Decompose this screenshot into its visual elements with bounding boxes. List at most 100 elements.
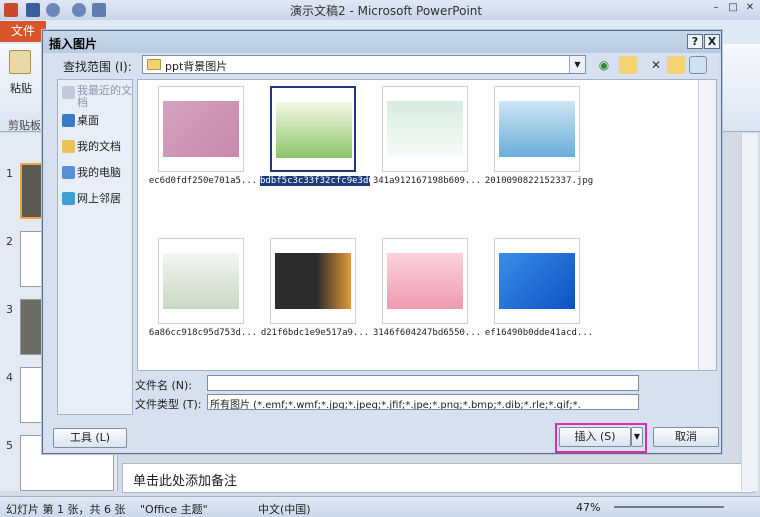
- place-recent-documents[interactable]: 我最近的文档: [60, 84, 132, 109]
- file-name-label: 文件名 (N):: [135, 379, 193, 392]
- slide-number: 5: [6, 439, 13, 452]
- look-in-select[interactable]: ppt背景图片 ▼: [142, 55, 586, 74]
- look-in-value: ppt背景图片: [165, 60, 228, 73]
- delete-icon[interactable]: ✕: [647, 56, 665, 74]
- zoom-level: 47%: [576, 501, 601, 514]
- theme-name: "Office 主题": [140, 503, 208, 516]
- file-item[interactable]: d21f6bdc1e9e517a9...: [260, 238, 370, 356]
- place-label: 我最近的文档: [77, 84, 132, 109]
- editor-scrollbar[interactable]: [741, 133, 758, 491]
- file-item[interactable]: 2010090822152337.jpg: [484, 86, 594, 204]
- image-preview: [499, 101, 575, 157]
- slideshow-icon[interactable]: [92, 3, 106, 17]
- file-list: ec6d0fdf250e701a5... bdbf5c3c33f32cfc9e3…: [137, 79, 717, 371]
- folder-icon: [147, 59, 161, 70]
- place-my-documents[interactable]: 我的文档: [60, 138, 132, 164]
- file-thumbnail: [158, 86, 244, 172]
- slide-number: 1: [6, 167, 13, 180]
- file-name: 6a86cc918c95d753d...: [148, 328, 258, 338]
- slide-info: 幻灯片 第 1 张，共 6 张: [6, 503, 126, 516]
- file-name: bdbf5c3c33f32cfc9e3d624b.jpg: [260, 176, 370, 186]
- places-bar: 我最近的文档 桌面 我的文档 我的电脑 网上邻居: [57, 79, 133, 415]
- file-name: ef16490b0dde41acd...: [484, 328, 594, 338]
- file-item[interactable]: ef16490b0dde41acd...: [484, 238, 594, 356]
- dialog-title: 插入图片: [49, 37, 98, 51]
- slide-number: 4: [6, 371, 13, 384]
- image-preview: [163, 101, 239, 157]
- file-item[interactable]: 6a86cc918c95d753d...: [148, 238, 258, 356]
- file-type-select[interactable]: 所有图片 (*.emf;*.wmf;*.jpg;*.jpeg;*.jfif;*.…: [207, 394, 639, 410]
- image-preview: [163, 253, 239, 309]
- paste-button-label[interactable]: 粘贴: [10, 80, 32, 96]
- desktop-icon: [62, 114, 75, 127]
- file-list-scrollbar[interactable]: [698, 80, 716, 370]
- insert-button[interactable]: 插入 (S): [559, 427, 631, 447]
- place-label: 网上邻居: [77, 192, 121, 205]
- redo-icon[interactable]: [72, 3, 86, 17]
- place-label: 桌面: [77, 114, 99, 127]
- place-network[interactable]: 网上邻居: [60, 190, 132, 216]
- back-icon[interactable]: ◉: [595, 56, 613, 74]
- insert-dropdown-button[interactable]: ▼: [631, 427, 643, 447]
- zoom-slider[interactable]: [614, 506, 724, 508]
- image-preview: [276, 102, 352, 158]
- file-item[interactable]: ec6d0fdf250e701a5...: [148, 86, 258, 204]
- notes-area[interactable]: 单击此处添加备注: [122, 463, 754, 493]
- file-thumbnail: [382, 86, 468, 172]
- file-thumbnail: [270, 238, 356, 324]
- look-in-label: 查找范围 (I):: [63, 60, 132, 74]
- file-tab[interactable]: 文件: [0, 21, 46, 42]
- app-title-bar: 演示文稿2 - Microsoft PowerPoint – □ ✕: [0, 0, 760, 20]
- language: 中文(中国): [258, 503, 311, 516]
- image-preview: [275, 253, 351, 309]
- tools-button[interactable]: 工具 (L): [53, 428, 127, 448]
- close-window-button[interactable]: ✕: [742, 1, 758, 15]
- insert-picture-dialog: 插入图片 ? X 查找范围 (I): ppt背景图片 ▼ ◉ ✕ 我最近的文档 …: [42, 30, 722, 454]
- status-bar: 幻灯片 第 1 张，共 6 张 "Office 主题" 中文(中国) 47%: [0, 496, 760, 517]
- close-dialog-button[interactable]: X: [704, 34, 720, 49]
- save-icon[interactable]: [26, 3, 40, 17]
- image-preview: [387, 101, 463, 157]
- image-preview: [387, 253, 463, 309]
- cancel-button[interactable]: 取消: [653, 427, 719, 447]
- file-thumbnail: [494, 86, 580, 172]
- new-folder-icon[interactable]: [667, 56, 685, 74]
- file-item[interactable]: 3146f604247bd6550...: [372, 238, 482, 356]
- maximize-button[interactable]: □: [725, 1, 741, 15]
- up-folder-icon[interactable]: [619, 56, 637, 74]
- file-item[interactable]: 341a912167198b609...: [372, 86, 482, 204]
- file-name: ec6d0fdf250e701a5...: [148, 176, 258, 186]
- file-name: 341a912167198b609...: [372, 176, 482, 186]
- file-thumbnail: [382, 238, 468, 324]
- file-name: d21f6bdc1e9e517a9...: [260, 328, 370, 338]
- views-icon[interactable]: [689, 56, 707, 74]
- my-documents-icon: [62, 140, 75, 153]
- clipboard-group-label: 剪贴板: [8, 119, 41, 132]
- minimize-button[interactable]: –: [708, 1, 724, 15]
- file-type-label: 文件类型 (T):: [135, 398, 202, 411]
- paste-icon[interactable]: [9, 50, 31, 74]
- undo-icon[interactable]: [46, 3, 60, 17]
- file-item[interactable]: bdbf5c3c33f32cfc9e3d624b.jpg: [260, 86, 370, 204]
- powerpoint-logo-icon: [4, 3, 18, 17]
- help-button[interactable]: ?: [687, 34, 703, 49]
- image-preview: [499, 253, 575, 309]
- place-desktop[interactable]: 桌面: [60, 112, 132, 138]
- recent-documents-icon: [62, 86, 75, 99]
- my-computer-icon: [62, 166, 75, 179]
- network-icon: [62, 192, 75, 205]
- file-thumbnail: [270, 86, 356, 172]
- window-title: 演示文稿2 - Microsoft PowerPoint: [290, 4, 483, 18]
- place-label: 我的电脑: [77, 166, 121, 179]
- file-name: 2010090822152337.jpg: [484, 176, 594, 186]
- chevron-down-icon[interactable]: ▼: [569, 56, 585, 73]
- file-name: 3146f604247bd6550...: [372, 328, 482, 338]
- dialog-body: 查找范围 (I): ppt背景图片 ▼ ◉ ✕ 我最近的文档 桌面 我的文档 我…: [47, 53, 719, 453]
- place-my-computer[interactable]: 我的电脑: [60, 164, 132, 190]
- file-thumbnail: [158, 238, 244, 324]
- place-label: 我的文档: [77, 140, 121, 153]
- file-thumbnail: [494, 238, 580, 324]
- dialog-title-bar: 插入图片 ? X: [43, 31, 721, 53]
- slide-number: 3: [6, 303, 13, 316]
- file-name-input[interactable]: [207, 375, 639, 391]
